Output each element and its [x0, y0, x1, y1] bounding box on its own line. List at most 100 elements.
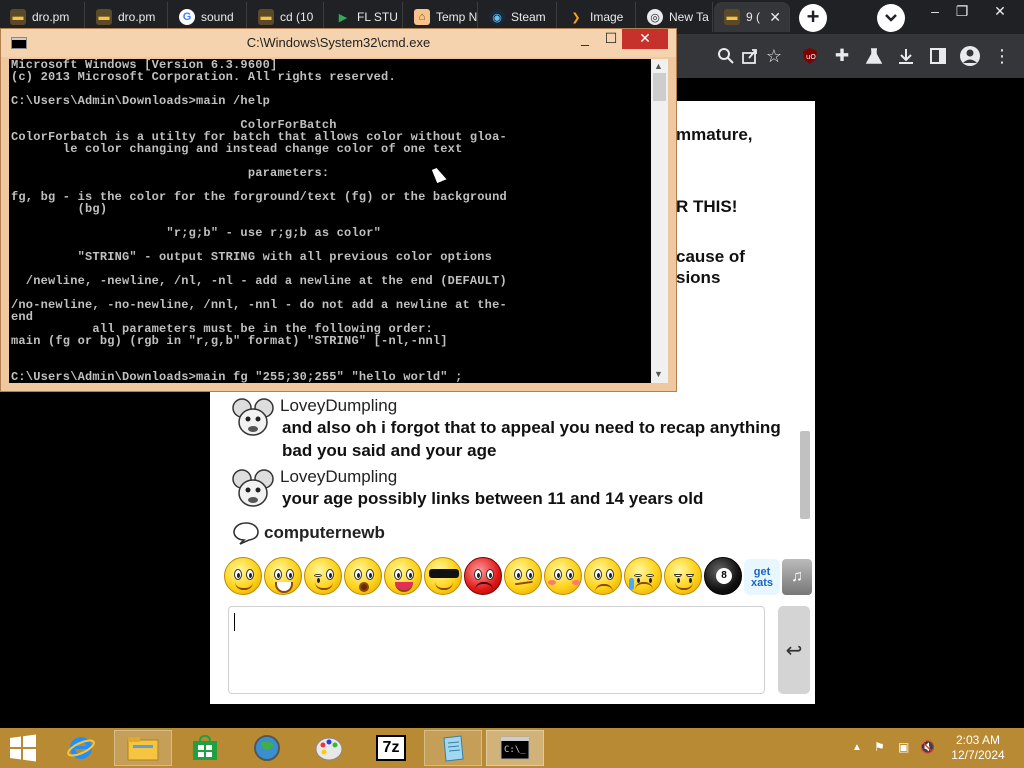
cool-sunglasses-emoji-icon[interactable] — [424, 557, 462, 595]
cmd-taskbar-button[interactable]: C:\_ — [486, 730, 544, 766]
google-icon: G — [179, 9, 195, 25]
clock-date: 12/7/2024 — [951, 748, 1005, 762]
profile-avatar-icon[interactable] — [958, 44, 982, 68]
folder-icon: ▬ — [96, 9, 112, 25]
message-username[interactable]: LoveyDumpling — [280, 467, 397, 487]
surprised-emoji-icon[interactable] — [344, 557, 382, 595]
chat-message-input[interactable] — [228, 606, 765, 694]
grin-emoji-icon[interactable] — [264, 557, 302, 595]
speech-bubble-icon — [233, 522, 259, 545]
sidepanel-icon[interactable] — [926, 44, 950, 68]
folder-icon: ▬ — [724, 9, 740, 25]
send-button[interactable]: ↩ — [778, 606, 810, 694]
browser-tab-active[interactable]: ▬ 9 ( ✕ — [714, 2, 790, 32]
share-icon[interactable] — [738, 44, 762, 68]
tab-label: FL STU — [357, 10, 398, 24]
7zip-icon: 7z — [376, 735, 406, 761]
content-emoji-icon[interactable] — [664, 557, 702, 595]
network-taskbar-button[interactable] — [238, 730, 296, 766]
labs-flask-icon[interactable] — [862, 44, 886, 68]
store-icon — [193, 735, 217, 760]
tab-label: dro.pm — [118, 10, 156, 24]
chat-text-fragment: mmature, — [676, 125, 753, 144]
tab-label: cd (10 — [280, 10, 314, 24]
message-username[interactable]: LoveyDumpling — [280, 396, 397, 416]
play-store-icon: ▶ — [338, 11, 348, 24]
folder-icon: ▬ — [10, 9, 26, 25]
confused-emoji-icon[interactable] — [504, 557, 542, 595]
chat-scrollbar[interactable] — [800, 431, 810, 519]
message-text: and also oh i forgot that to appeal you … — [282, 418, 781, 460]
sad-emoji-icon[interactable] — [584, 557, 622, 595]
tab-label: sound — [201, 10, 234, 24]
music-box-sticker-icon[interactable]: ♫ — [782, 559, 812, 595]
browser-restore-button[interactable]: ❐ — [947, 0, 977, 24]
mouse-avatar-icon[interactable] — [230, 467, 276, 513]
cmd-maximize-button[interactable]: ☐ — [599, 29, 623, 49]
cmd-window: C:\Windows\System32\cmd.exe _ ☐ ✕ Micros… — [0, 28, 677, 392]
menu-kebab-icon[interactable]: ⋮ — [990, 44, 1014, 68]
mouse-avatar-icon[interactable] — [230, 396, 276, 442]
zoom-icon[interactable] — [714, 44, 738, 68]
cmd-titlebar[interactable]: C:\Windows\System32\cmd.exe _ ☐ ✕ — [1, 29, 676, 57]
smile-emoji-icon[interactable] — [224, 557, 262, 595]
network-status-icon[interactable]: ▣ — [898, 740, 909, 754]
cmd-close-button[interactable]: ✕ — [622, 29, 668, 49]
ie-icon — [67, 737, 95, 759]
tab-label: dro.pm — [32, 10, 70, 24]
notepad-taskbar-button[interactable] — [424, 730, 482, 766]
tray-overflow-chevron-icon[interactable]: ▲ — [852, 742, 862, 753]
close-tab-icon[interactable]: ✕ — [769, 9, 781, 26]
file-explorer-taskbar-button[interactable] — [114, 730, 172, 766]
scroll-down-arrow-icon[interactable]: ▼ — [654, 369, 663, 379]
scroll-up-arrow-icon[interactable]: ▲ — [654, 61, 663, 71]
cmd-icon: C:\_ — [500, 736, 530, 760]
svg-text:C:\_: C:\_ — [504, 745, 526, 755]
get-xats-label: get xats — [750, 566, 774, 589]
volume-muted-icon[interactable]: 🔇 — [920, 740, 935, 754]
image-icon: ❯ — [571, 11, 581, 24]
cmd-minimize-button[interactable]: _ — [573, 29, 597, 49]
tab-label: Image — [590, 10, 624, 24]
ublock-extension-icon[interactable]: uO — [798, 44, 822, 68]
system-clock[interactable]: 2:03 AM 12/7/2024 — [948, 733, 1008, 763]
extensions-puzzle-icon[interactable]: ✚ — [830, 44, 854, 68]
emoji-bar: 8 get xats ♫ — [224, 555, 814, 601]
eight-ball-emoji-icon[interactable]: 8 — [704, 557, 742, 595]
tab-label: Steam — [511, 10, 546, 24]
7zip-taskbar-button[interactable]: 7z — [362, 730, 420, 766]
notepad-icon — [443, 735, 464, 762]
wink-emoji-icon[interactable] — [304, 557, 342, 595]
flag-action-center-icon[interactable]: ⚑ — [874, 740, 885, 754]
paint-taskbar-button[interactable] — [300, 730, 358, 766]
tongue-emoji-icon[interactable] — [384, 557, 422, 595]
crying-emoji-icon[interactable] — [624, 557, 662, 595]
file-explorer-icon — [127, 737, 159, 761]
bookmark-star-icon[interactable]: ☆ — [762, 44, 786, 68]
ie-taskbar-button[interactable] — [52, 730, 110, 766]
cmd-scrollbar[interactable]: ▲ ▼ — [651, 59, 668, 383]
download-icon[interactable] — [894, 44, 918, 68]
message-text: your age possibly links between 11 and 1… — [282, 489, 704, 508]
cmd-output: Microsoft Windows [Version 6.3.9600] (c)… — [11, 59, 507, 383]
folder-icon: ▬ — [258, 9, 274, 25]
chat-text-fragment: sions — [676, 268, 721, 287]
cmd-scroll-thumb[interactable] — [653, 73, 666, 101]
new-tab-button[interactable]: + — [799, 4, 827, 32]
tab-search-button[interactable] — [877, 4, 905, 32]
text-caret — [234, 613, 235, 631]
steam-icon: ◉ — [489, 9, 505, 25]
cmd-console[interactable]: Microsoft Windows [Version 6.3.9600] (c)… — [9, 59, 651, 383]
paint-icon — [315, 737, 343, 761]
blush-emoji-icon[interactable] — [544, 557, 582, 595]
browser-close-button[interactable]: ✕ — [985, 0, 1015, 24]
get-xats-sticker-icon[interactable]: get xats — [744, 559, 780, 595]
store-taskbar-button[interactable] — [176, 730, 234, 766]
browser-minimize-button[interactable]: – — [920, 0, 950, 24]
angry-emoji-icon[interactable] — [464, 557, 502, 595]
chat-text-fragment: cause of — [676, 247, 745, 266]
windows-start-button[interactable] — [8, 734, 38, 762]
clock-time: 2:03 AM — [955, 733, 1001, 747]
tab-label: 9 ( — [746, 10, 761, 24]
typing-username: computernewb — [264, 523, 385, 542]
